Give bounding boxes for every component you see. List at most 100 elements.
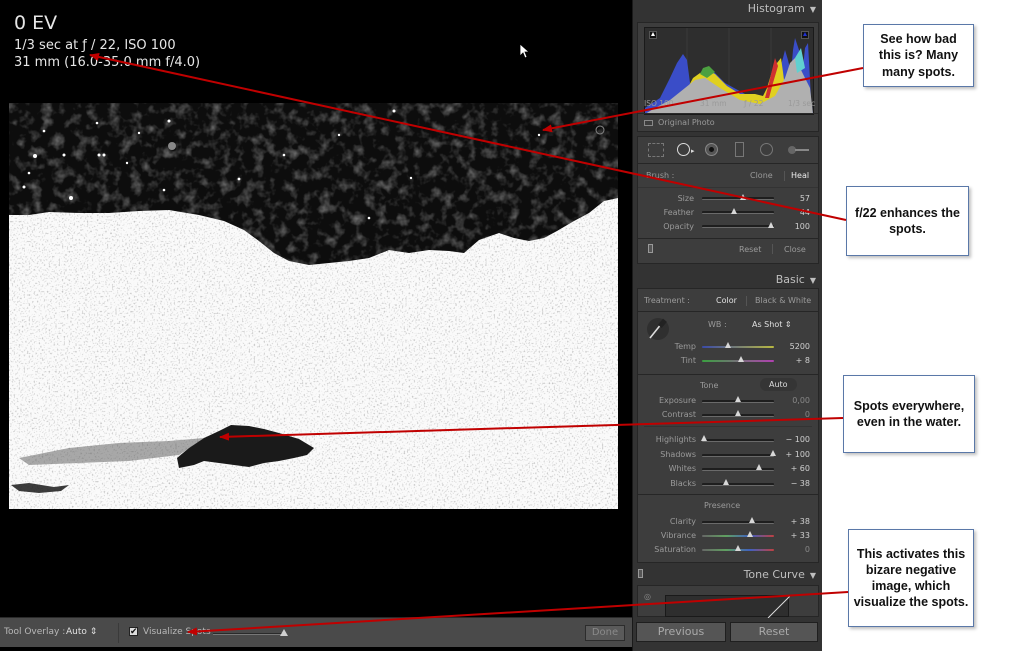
exposure-slider-thumb[interactable] (735, 396, 741, 402)
shadow-clipping-indicator[interactable] (649, 31, 657, 39)
shadows-label: Shadows (660, 450, 696, 459)
tint-value[interactable]: + 8 (776, 356, 810, 365)
size-label: Size (677, 194, 694, 203)
histogram-iso: ISO 100 (644, 99, 674, 108)
vibrance-slider-thumb[interactable] (747, 531, 753, 537)
annotation-f22: f/22 enhances the spots. (846, 186, 969, 256)
clarity-slider-thumb[interactable] (749, 517, 755, 523)
treatment-color-button[interactable]: Color (716, 296, 737, 305)
highlights-value[interactable]: − 100 (776, 435, 810, 444)
tone-curve-toggle-switch[interactable] (638, 569, 643, 578)
tone-curve-title: Tone Curve (743, 568, 805, 581)
temp-value[interactable]: 5200 (776, 342, 810, 351)
screenshot-root: 0 EV 1/3 sec at ƒ / 22, ISO 100 31 mm (1… (0, 0, 1024, 651)
blacks-value[interactable]: − 38 (776, 479, 810, 488)
divider (784, 171, 785, 181)
contrast-slider-thumb[interactable] (735, 410, 741, 416)
blacks-label: Blacks (670, 479, 696, 488)
spot-reset-button[interactable]: Reset (739, 245, 761, 254)
original-photo-checkbox[interactable] (644, 120, 653, 126)
spot-removal-tool-box: ▸ Brush : Clone Heal Size 57 Feather 44 … (637, 136, 819, 264)
highlight-clipping-indicator[interactable] (801, 31, 809, 39)
vibrance-slider[interactable] (702, 535, 774, 537)
visualize-spots-photo[interactable] (9, 103, 618, 509)
blacks-slider-thumb[interactable] (723, 479, 729, 485)
healed-spot-marker (168, 142, 176, 150)
graduated-filter-icon[interactable] (735, 142, 744, 157)
size-slider-thumb[interactable] (740, 194, 746, 200)
opacity-value[interactable]: 100 (776, 222, 810, 231)
feather-value[interactable]: 44 (776, 208, 810, 217)
previous-button[interactable]: Previous (636, 622, 726, 642)
target-adjustment-icon[interactable]: ◎ (644, 592, 651, 601)
whites-value[interactable]: + 60 (776, 464, 810, 473)
shadows-value[interactable]: + 100 (776, 450, 810, 459)
photo-viewer: 0 EV 1/3 sec at ƒ / 22, ISO 100 31 mm (1… (0, 0, 632, 617)
blacks-slider[interactable] (702, 483, 774, 486)
vibrance-value[interactable]: + 33 (776, 531, 810, 540)
size-value[interactable]: 57 (776, 194, 810, 203)
feather-slider-thumb[interactable] (731, 208, 737, 214)
original-photo-label: Original Photo (658, 118, 715, 127)
tool-overlay-dropdown[interactable]: Auto ⇕ (66, 627, 97, 637)
reset-button[interactable]: Reset (730, 622, 818, 642)
highlights-slider-thumb[interactable] (701, 435, 707, 441)
tool-overlay-label: Tool Overlay : (4, 627, 66, 637)
highlights-label: Highlights (655, 435, 696, 444)
opacity-slider-thumb[interactable] (768, 222, 774, 228)
visualize-spots-checkbox[interactable]: ✔ (129, 627, 138, 637)
tone-curve-graph[interactable] (665, 595, 791, 619)
tone-curve-box: ◎ (637, 585, 819, 619)
histogram-focal-length: 31 mm (700, 99, 727, 108)
clone-mode-button[interactable]: Clone (750, 171, 773, 180)
visualize-spots-slider-thumb[interactable] (280, 629, 288, 636)
spot-removal-tool-icon[interactable] (677, 143, 690, 156)
saturation-slider-thumb[interactable] (735, 545, 741, 551)
temp-slider[interactable] (702, 346, 774, 348)
wb-dropdown[interactable]: As Shot ⇕ (752, 320, 792, 329)
bottom-toolbar: Tool Overlay : Auto ⇕ ✔ Visualize Spots … (0, 617, 632, 647)
basic-panel-box: Treatment : Color Black & White WB : As … (637, 288, 819, 563)
feather-label: Feather (663, 208, 694, 217)
toolbar-divider (118, 623, 119, 643)
whites-slider-thumb[interactable] (756, 464, 762, 470)
presence-label: Presence (704, 501, 741, 510)
tool-toggle-switch[interactable] (648, 244, 653, 253)
crop-tool-icon[interactable] (648, 143, 664, 157)
temp-slider-thumb[interactable] (725, 342, 731, 348)
lightroom-window: 0 EV 1/3 sec at ƒ / 22, ISO 100 31 mm (1… (0, 0, 822, 651)
histogram-panel-header[interactable]: Histogram ▼ (748, 2, 816, 15)
visualize-spots-label: Visualize Spots (143, 627, 211, 637)
spot-close-button[interactable]: Close (784, 245, 806, 254)
heal-mode-button[interactable]: Heal (791, 171, 809, 180)
tone-auto-button[interactable]: Auto (760, 378, 797, 391)
visualize-spots-threshold-slider[interactable] (213, 633, 285, 635)
done-button[interactable]: Done (585, 625, 625, 641)
tint-label: Tint (680, 356, 696, 365)
highlights-slider[interactable] (702, 439, 774, 442)
radial-filter-icon[interactable] (760, 143, 773, 156)
whites-slider[interactable] (702, 468, 774, 471)
shadows-slider[interactable] (702, 454, 774, 457)
treatment-bw-button[interactable]: Black & White (755, 296, 811, 305)
lens-readout: 31 mm (16.0-35.0 mm f/4.0) (14, 55, 201, 70)
exposure-label: Exposure (658, 396, 696, 405)
wb-eyedropper-icon[interactable] (646, 317, 670, 341)
tone-curve-panel-header[interactable]: Tone Curve ▼ (744, 568, 816, 581)
opacity-label: Opacity (663, 222, 694, 231)
saturation-value[interactable]: 0 (776, 545, 810, 554)
exposure-value[interactable]: 0,00 (776, 396, 810, 405)
clarity-label: Clarity (669, 517, 696, 526)
clarity-value[interactable]: + 38 (776, 517, 810, 526)
contrast-value[interactable]: 0 (776, 410, 810, 419)
clarity-slider[interactable] (702, 521, 774, 524)
tint-slider-thumb[interactable] (738, 356, 744, 362)
annotation-many-spots: See how bad this is? Many many spots. (863, 24, 974, 87)
collapse-triangle-icon: ▼ (809, 276, 816, 285)
feather-slider[interactable] (702, 211, 774, 214)
size-slider[interactable] (702, 197, 774, 200)
red-eye-tool-icon[interactable] (705, 143, 718, 156)
basic-panel-header[interactable]: Basic ▼ (776, 273, 816, 286)
divider (638, 113, 818, 114)
opacity-slider[interactable] (702, 225, 774, 228)
